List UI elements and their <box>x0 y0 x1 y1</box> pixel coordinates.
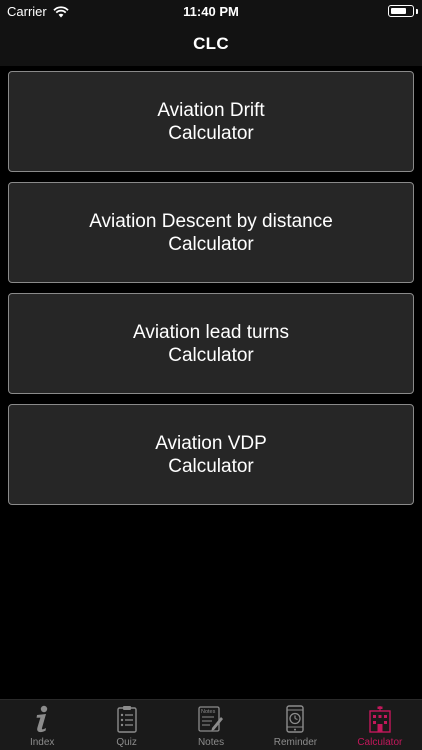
svg-text:Notes: Notes <box>201 709 216 715</box>
info-icon <box>29 704 55 734</box>
lead-turns-calculator-button[interactable]: Aviation lead turns Calculator <box>8 293 414 394</box>
button-label-line2: Calculator <box>168 122 254 144</box>
button-label-line2: Calculator <box>168 344 254 366</box>
descent-by-distance-calculator-button[interactable]: Aviation Descent by distance Calculator <box>8 182 414 283</box>
tab-label: Calculator <box>357 737 403 748</box>
tab-index[interactable]: Index <box>0 700 84 750</box>
page-title: CLC <box>193 34 229 53</box>
tab-bar: Index Quiz Notes Notes Reminder Calculat… <box>0 699 422 750</box>
button-label-line1: Aviation Descent by distance <box>89 210 333 232</box>
building-icon <box>367 704 393 734</box>
tab-calculator[interactable]: Calculator <box>338 700 422 750</box>
button-label-line1: Aviation VDP <box>155 432 267 454</box>
drift-calculator-button[interactable]: Aviation Drift Calculator <box>8 71 414 172</box>
status-time: 11:40 PM <box>183 4 239 19</box>
button-label-line2: Calculator <box>168 233 254 255</box>
tab-label: Notes <box>197 737 225 748</box>
app-screen: Carrier 11:40 PM CLC Aviation Drift Calc… <box>0 0 422 750</box>
tab-notes[interactable]: Notes Notes <box>169 700 253 750</box>
battery-nub <box>416 9 418 14</box>
tab-reminder[interactable]: Reminder <box>253 700 337 750</box>
clock-phone-icon <box>282 704 308 734</box>
tab-label: Reminder <box>273 737 318 748</box>
button-label-line1: Aviation Drift <box>157 99 265 121</box>
button-label-line2: Calculator <box>168 455 254 477</box>
tab-label: Index <box>29 737 55 748</box>
clipboard-checklist-icon <box>114 704 140 734</box>
tab-label: Quiz <box>116 737 137 748</box>
tab-quiz[interactable]: Quiz <box>84 700 168 750</box>
battery-icon <box>388 5 414 17</box>
button-label-line1: Aviation lead turns <box>133 321 289 343</box>
notes-pen-icon: Notes <box>198 704 224 734</box>
status-bar: Carrier 11:40 PM <box>0 0 422 22</box>
vdp-calculator-button[interactable]: Aviation VDP Calculator <box>8 404 414 505</box>
navigation-bar: CLC <box>0 22 422 66</box>
